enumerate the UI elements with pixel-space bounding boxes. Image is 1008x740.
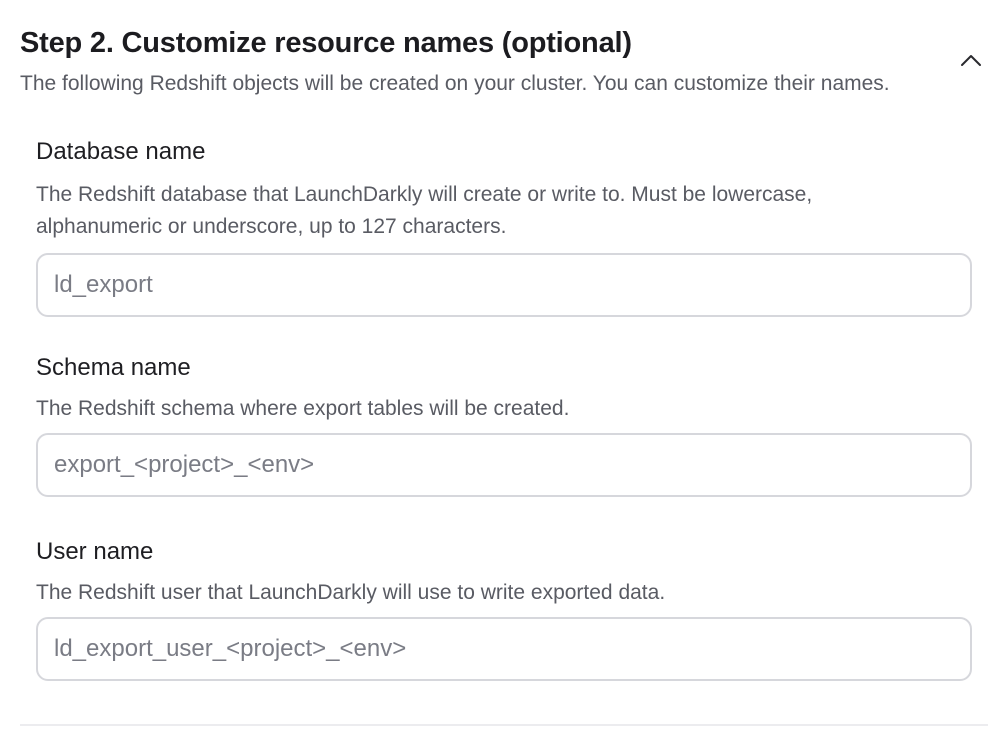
database-name-field: Database name The Redshift database that… — [36, 137, 972, 317]
chevron-up-icon — [954, 53, 988, 67]
resource-names-section: Step 2. Customize resource names (option… — [0, 0, 1008, 740]
database-name-help: The Redshift database that LaunchDarkly … — [36, 179, 972, 243]
section-description: The following Redshift objects will be c… — [20, 72, 890, 95]
user-name-label: User name — [36, 538, 154, 565]
schema-name-help: The Redshift schema where export tables … — [36, 397, 570, 420]
section-divider — [20, 724, 988, 726]
schema-name-field: Schema name The Redshift schema where ex… — [36, 353, 972, 497]
database-name-input[interactable] — [36, 253, 972, 317]
user-name-help: The Redshift user that LaunchDarkly will… — [36, 581, 666, 604]
schema-name-label: Schema name — [36, 354, 191, 381]
user-name-input[interactable] — [36, 617, 972, 681]
section-title: Step 2. Customize resource names (option… — [20, 27, 632, 59]
database-name-label: Database name — [36, 138, 206, 165]
schema-name-input[interactable] — [36, 433, 972, 497]
database-name-help-line1: The Redshift database that LaunchDarkly … — [36, 183, 813, 206]
database-name-help-line2: alphanumeric or underscore, up to 127 ch… — [36, 215, 507, 238]
user-name-field: User name The Redshift user that LaunchD… — [36, 537, 972, 681]
collapse-section-button[interactable] — [954, 46, 988, 74]
